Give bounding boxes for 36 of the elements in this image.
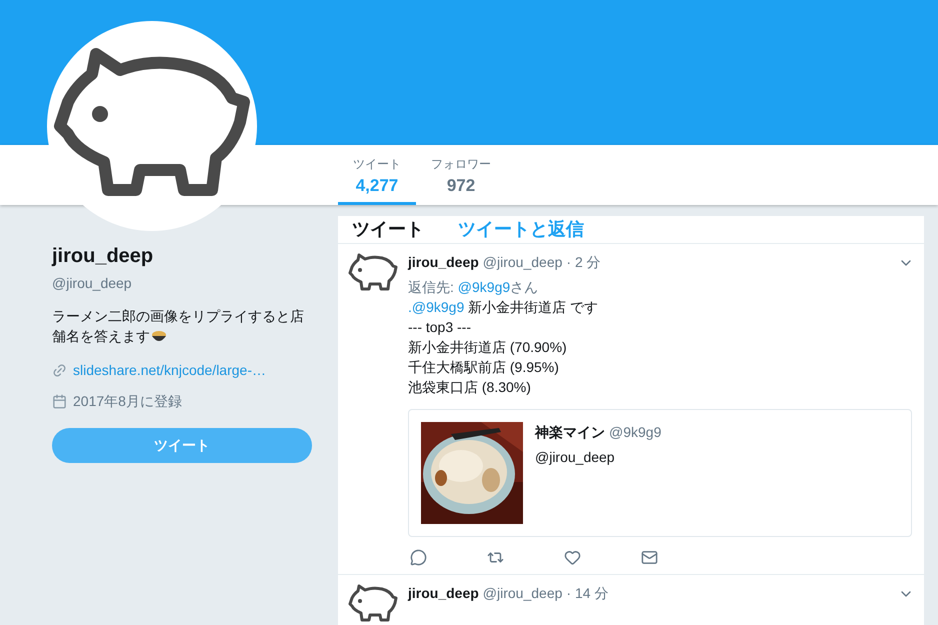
join-date: 2017年8月に登録 (73, 392, 182, 411)
tweet-line: 千住大橋駅前店 (9.95%) (408, 358, 560, 377)
quote-text: @jirou_deep (535, 448, 616, 467)
reply-icon[interactable] (410, 549, 427, 566)
tweet-text: 新小金井街道店 です (467, 298, 598, 317)
quote-handle: @9k9g9 (609, 423, 662, 442)
tweet-handle: @jirou_deep (482, 584, 562, 603)
timeline-tab[interactable]: ツイートと返信 (458, 216, 584, 243)
bowl-icon (151, 328, 167, 344)
quote-author: 神楽マイン (535, 423, 605, 442)
tweet-dot: . (408, 298, 412, 317)
tweet-time[interactable]: · 14 分 (566, 583, 608, 604)
profile-name: jirou_deep (52, 244, 154, 269)
tweet-handle: @jirou_deep (482, 253, 562, 272)
tweet-line: --- top3 --- (408, 318, 472, 337)
mention-link[interactable]: @9k9g9 (458, 277, 510, 297)
tweet-line: 新小金井街道店 (70.90%) (408, 338, 568, 357)
mention-link[interactable]: @9k9g9 (412, 297, 464, 317)
reply-suffix: さん (510, 278, 538, 297)
profile-link[interactable]: slideshare.net/knjcode/large-… (73, 360, 266, 381)
tweet-button[interactable]: ツイート (52, 428, 312, 463)
profile-bio-line: ラーメン二郎の画像をリプライすると店 (52, 307, 304, 326)
tweet-time[interactable]: · 2 分 (566, 252, 601, 273)
timeline-tab[interactable]: ツイート (352, 216, 424, 243)
like-icon[interactable] (564, 549, 581, 566)
calendar-icon (52, 394, 67, 409)
reply-label: 返信先: (408, 278, 455, 297)
profile-handle: @jirou_deep (52, 274, 133, 293)
profile-bio-line: 舗名を答えます (52, 327, 150, 346)
tweet-line: 池袋東口店 (8.30%) (408, 378, 532, 397)
stat-tab[interactable]: ツイート 4,277 (338, 145, 416, 205)
quote-card[interactable]: 神楽マイン @9k9g9 @jirou_deep (408, 409, 912, 537)
tweet-author[interactable]: jirou_deep (408, 252, 479, 273)
message-icon[interactable] (641, 549, 658, 566)
stat-tab[interactable]: フォロワー 972 (416, 145, 506, 205)
tweet-author[interactable]: jirou_deep (408, 583, 479, 604)
